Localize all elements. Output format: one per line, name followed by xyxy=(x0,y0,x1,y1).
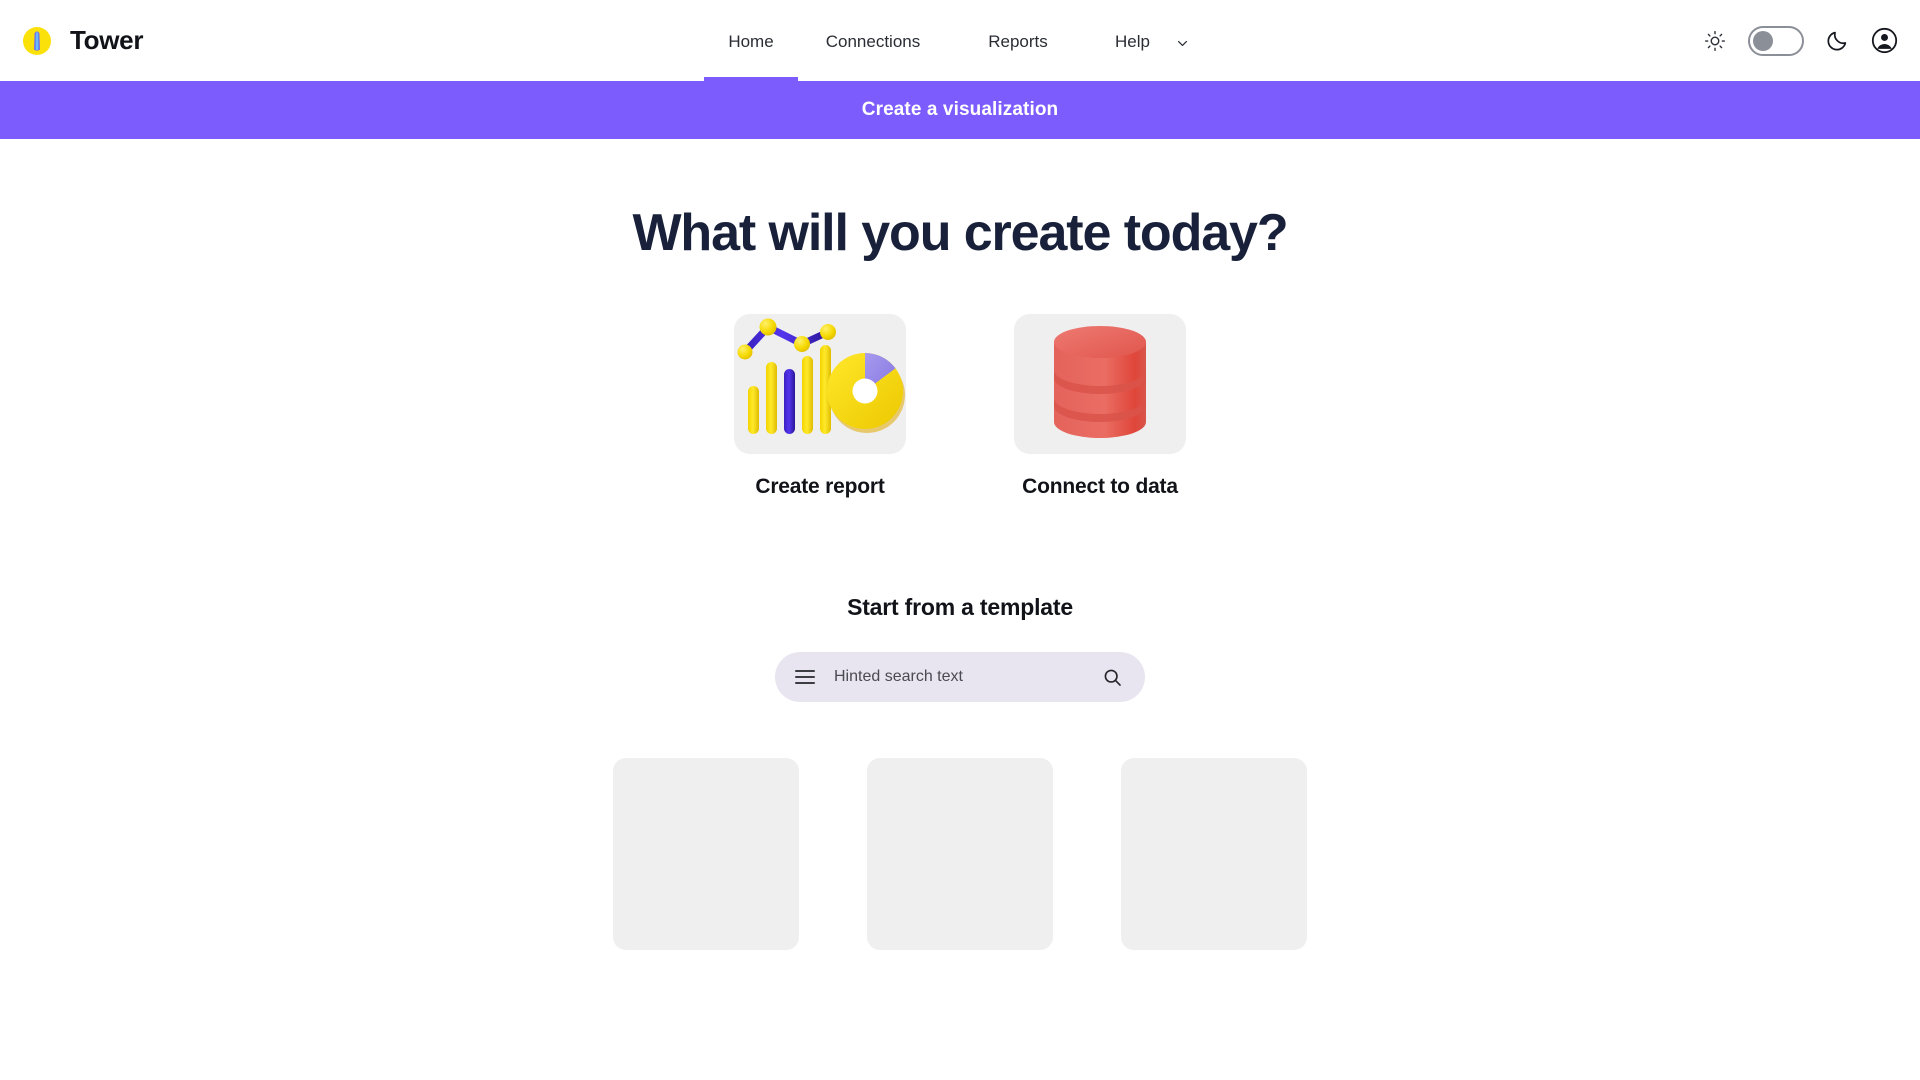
nav-item-help[interactable]: Help xyxy=(1088,0,1216,81)
create-report-label: Create report xyxy=(755,475,885,499)
template-card[interactable] xyxy=(867,758,1053,951)
tower-logo-icon xyxy=(20,24,54,58)
template-card[interactable] xyxy=(613,758,799,951)
nav-item-reports[interactable]: Reports xyxy=(948,0,1088,81)
template-search-bar[interactable] xyxy=(775,652,1145,703)
template-card[interactable] xyxy=(1121,758,1307,951)
template-cards-row xyxy=(613,758,1307,951)
hamburger-menu-icon[interactable] xyxy=(795,670,815,685)
connect-to-data-label: Connect to data xyxy=(1022,475,1178,499)
brand-name: Tower xyxy=(70,25,144,55)
create-options-row: Create report Connect to data xyxy=(715,314,1205,499)
account-circle-icon[interactable] xyxy=(1871,27,1898,54)
nav-right-controls xyxy=(1704,25,1898,56)
search-icon[interactable] xyxy=(1102,667,1123,688)
connect-to-data-option[interactable]: Connect to data xyxy=(995,314,1205,499)
banner-label: Create a visualization xyxy=(861,99,1059,120)
templates-title: Start from a template xyxy=(847,594,1073,621)
page-title: What will you create today? xyxy=(632,204,1288,262)
create-visualization-banner[interactable]: Create a visualization xyxy=(0,81,1920,139)
create-report-option[interactable]: Create report xyxy=(715,314,925,499)
top-navigation-bar: Tower Home Connections Reports Help xyxy=(0,0,1920,81)
search-input[interactable] xyxy=(834,668,1083,687)
brand[interactable]: Tower xyxy=(20,24,143,58)
moon-icon[interactable] xyxy=(1826,29,1849,52)
primary-nav: Home Connections Reports Help xyxy=(704,0,1216,81)
main-content: What will you create today? Create repor… xyxy=(0,139,1920,951)
nav-item-help-label: Help xyxy=(1115,31,1150,51)
sun-icon[interactable] xyxy=(1704,30,1726,52)
database-icon xyxy=(1014,314,1186,455)
chart-report-icon xyxy=(734,314,906,455)
templates-section: Start from a template xyxy=(0,594,1920,951)
nav-item-connections-label: Connections xyxy=(825,31,921,51)
nav-item-home[interactable]: Home xyxy=(704,0,798,81)
theme-toggle-knob xyxy=(1753,30,1773,51)
theme-toggle-switch[interactable] xyxy=(1748,25,1804,56)
nav-item-reports-label: Reports xyxy=(988,31,1048,51)
nav-item-home-label: Home xyxy=(728,31,774,51)
chevron-down-icon[interactable] xyxy=(1176,35,1189,48)
nav-item-connections[interactable]: Connections xyxy=(798,0,948,81)
